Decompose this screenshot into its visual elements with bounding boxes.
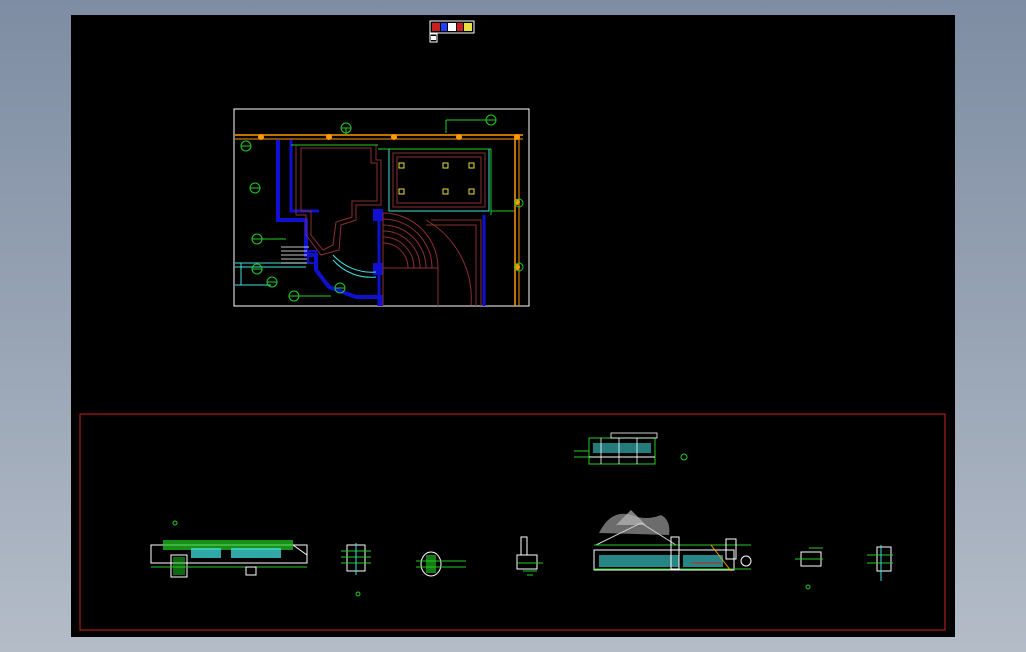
- title-block[interactable]: [429, 20, 475, 43]
- axis-bubble: [249, 182, 261, 194]
- column-detail-3[interactable]: [516, 536, 543, 576]
- long-section[interactable]: [150, 520, 308, 578]
- small-elevation[interactable]: [574, 432, 688, 465]
- drawing-viewport[interactable]: [71, 15, 955, 637]
- column-detail-1[interactable]: [341, 543, 371, 597]
- column-detail-4[interactable]: [795, 547, 823, 590]
- floor-plan[interactable]: [233, 108, 530, 307]
- landscape-elevation[interactable]: [593, 510, 752, 572]
- column-detail-5[interactable]: [867, 545, 893, 581]
- axis-bubble: [251, 263, 263, 275]
- column-detail-2[interactable]: [416, 551, 466, 577]
- axis-bubble: [340, 122, 352, 135]
- elevation-frame[interactable]: [79, 413, 946, 631]
- axis-bubble: [240, 140, 252, 152]
- axis-bubble: [445, 114, 497, 133]
- axis-bubble: [251, 233, 286, 245]
- cad-canvas[interactable]: [71, 15, 955, 637]
- axis-bubble: [266, 276, 278, 288]
- axis-bubble: [288, 290, 331, 302]
